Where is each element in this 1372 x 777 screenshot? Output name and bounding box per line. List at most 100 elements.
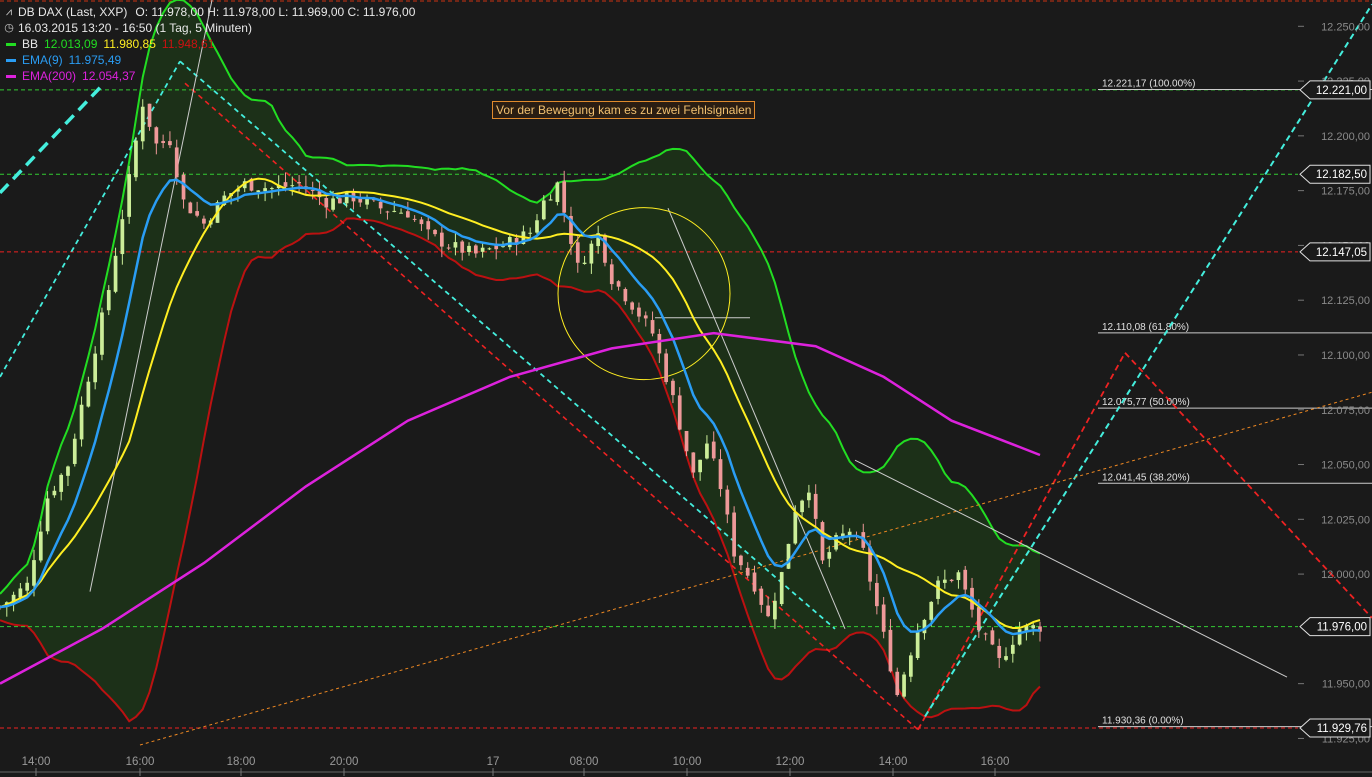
candle-body (915, 630, 920, 658)
candle-body (79, 404, 84, 440)
candle-body (643, 315, 648, 319)
candle-body (929, 601, 934, 620)
candle-body (290, 185, 295, 187)
ema200-value: 12.054,37 (82, 69, 136, 83)
x-tick-label: 20:00 (330, 756, 359, 768)
candle-body (541, 200, 546, 220)
candle-body (507, 237, 512, 248)
candle-body (134, 140, 138, 178)
candle-body (902, 674, 906, 697)
candle-body (548, 199, 553, 201)
candle-body (725, 489, 730, 515)
clock-icon: ◷ (4, 22, 14, 34)
candle-body (868, 546, 872, 582)
candle-body (908, 655, 913, 677)
candle-body (589, 243, 594, 264)
candle-body (650, 320, 655, 334)
candle-body (637, 307, 641, 317)
candle-body (453, 242, 458, 248)
legend-bb-row[interactable]: BB 12.013,09 11.980,85 11.948,61 (4, 36, 415, 52)
y-tick-label: 12.000,00 (1321, 569, 1370, 581)
candle-body (202, 218, 206, 224)
candle-body (698, 459, 702, 473)
candle-body (671, 380, 675, 396)
candle-body (338, 198, 342, 204)
candle-body (392, 210, 397, 212)
candle-body (623, 289, 628, 302)
bb-mid-value: 11.980,85 (103, 37, 156, 51)
candle-body (195, 211, 199, 216)
candle-body (59, 474, 64, 492)
candle-body (1010, 644, 1015, 654)
legend-title: DB DAX (Last, XXP) (18, 5, 128, 19)
chart-type-icon: ⩘ (5, 6, 13, 18)
candle-body (603, 234, 607, 263)
legend-ohlc: O: 11.978,00 H: 11.978,00 L: 11.969,00 C… (135, 5, 416, 19)
candle-body (460, 241, 465, 253)
candle-body (773, 600, 777, 620)
candle-body (616, 281, 621, 287)
candle-body (467, 245, 471, 253)
x-tick-label: 14:00 (22, 756, 51, 768)
candle-body (127, 174, 132, 217)
ema200-label: EMA(200) (22, 69, 77, 83)
legend-period-row: ◷ 16.03.2015 13:20 - 16:50 (1 Tag, 5 Min… (4, 20, 415, 36)
legend-period: 16.03.2015 13:20 - 16:50 (1 Tag, 5 Minut… (18, 21, 252, 35)
candle-body (174, 147, 179, 178)
candle-body (52, 490, 57, 496)
legend-ema200-row[interactable]: EMA(200) 12.054,37 (4, 68, 415, 84)
candle-body (1017, 629, 1022, 645)
candle-body (113, 255, 118, 292)
candle-body (609, 264, 614, 285)
candle-body (976, 607, 981, 631)
candle-body (745, 567, 750, 576)
candle-body (188, 202, 193, 214)
x-tick-label: 16:00 (981, 756, 1010, 768)
candle-body (881, 604, 886, 632)
candle-body (439, 232, 444, 247)
ema9-label: EMA(9) (22, 53, 63, 67)
candle-body (147, 103, 152, 127)
candle-body (399, 212, 403, 214)
candle-body (283, 182, 288, 187)
chart-annotation[interactable]: Vor der Bewegung kam es zu zwei Fehlsign… (492, 101, 756, 119)
candle-body (949, 579, 954, 582)
x-tick-label: 16:00 (126, 756, 155, 768)
y-tick-label: 12.250,00 (1321, 21, 1370, 33)
candle-body (256, 190, 261, 193)
x-tick-label: 17 (487, 756, 500, 768)
ema9-swatch-icon (6, 58, 16, 62)
candle-body (582, 262, 587, 264)
candle-body (120, 219, 125, 255)
candle-body (990, 630, 995, 645)
candle-body (297, 181, 301, 184)
candle-body (93, 353, 98, 383)
candle-body (168, 141, 172, 146)
y-tick-label: 12.175,00 (1321, 186, 1370, 198)
candle-body (412, 218, 417, 220)
candle-body (331, 198, 335, 210)
candle-body (847, 531, 852, 536)
candle-body (480, 247, 485, 252)
candle-body (786, 543, 791, 569)
y-tick-label: 12.050,00 (1321, 460, 1370, 472)
x-tick-label: 18:00 (227, 756, 256, 768)
candle-body (657, 333, 662, 354)
candle-body (66, 466, 70, 476)
candle-body (270, 188, 274, 190)
x-tick-label: 14:00 (879, 756, 908, 768)
candle-body (45, 498, 50, 532)
fib-label: 12.041,45 (38.20%) (1102, 472, 1190, 483)
candle-body (732, 512, 736, 557)
candle-body (25, 582, 30, 591)
candle-body (32, 560, 36, 586)
bb-label: BB (22, 37, 39, 51)
fib-label: 12.075,77 (50.00%) (1102, 397, 1190, 408)
candle-body (766, 605, 770, 617)
price-tag-label: 11.976,00 (1317, 622, 1367, 634)
candle-body (528, 232, 533, 234)
fib-label: 12.221,17 (100.00%) (1102, 78, 1195, 89)
candle-body (72, 438, 77, 464)
candle-body (487, 248, 492, 250)
legend-ema9-row[interactable]: EMA(9) 11.975,49 (4, 52, 415, 68)
